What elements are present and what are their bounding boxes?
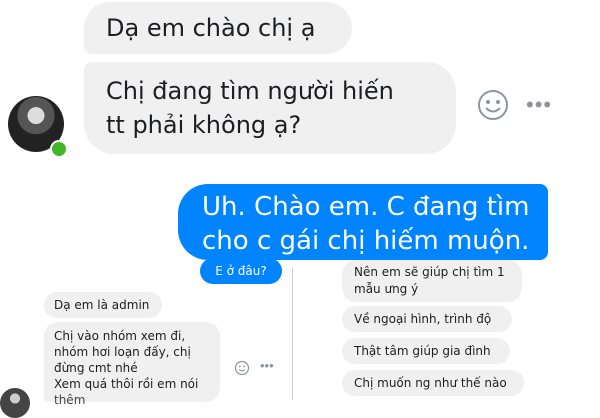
outgoing-message: Uh. Chào em. C đang tìm cho c gái chị hi…	[178, 184, 548, 260]
incoming-message-greeting: Dạ em chào chị ạ	[84, 2, 352, 54]
message-text: Dạ em chào chị ạ	[106, 14, 316, 42]
avatar[interactable]	[0, 388, 30, 418]
message-text-line-1: Chị đang tìm người hiến	[106, 77, 394, 105]
incoming-message-criteria: Về ngoại hình, trình độ	[342, 306, 512, 332]
message-text-line-1: Uh. Chào em. C đang tìm	[202, 192, 530, 222]
incoming-message-instructions: Chị vào nhóm xem đi, nhóm hơi loạn đấy, …	[44, 322, 220, 407]
message-line: nhóm hơi loạn đấy, chị	[54, 345, 191, 359]
smile-icon[interactable]	[476, 88, 510, 122]
message-text-line-2: cho c gái chị hiếm muộn.	[202, 226, 530, 256]
incoming-message-admin: Dạ em là admin	[44, 292, 162, 318]
message-line: Nên em sẽ giúp chị tìm 1	[354, 265, 505, 279]
message-line: Chị vào nhóm xem đi,	[54, 329, 186, 343]
smile-icon[interactable]	[234, 360, 250, 376]
incoming-message-question: Chị đang tìm người hiến tt phải không ạ?	[84, 62, 456, 154]
outgoing-question-bubble: E ở đâu?	[200, 258, 282, 284]
incoming-message-help: Nên em sẽ giúp chị tìm 1 mẫu ưng ý	[342, 260, 522, 302]
more-icon[interactable]: •••	[526, 92, 552, 118]
message-line: đừng cmt nhé	[54, 361, 138, 375]
message-line: mẫu ưng ý	[354, 282, 419, 296]
message-text-line-2: tt phải không ạ?	[106, 111, 302, 139]
incoming-message-family: Thật tâm giúp gia đình	[342, 338, 510, 364]
message-line: Xem quá thôi rồi em nói	[54, 377, 199, 391]
message-line: thêm	[54, 393, 86, 407]
divider	[292, 268, 293, 400]
more-icon[interactable]: •••	[260, 358, 274, 373]
incoming-message-preference: Chị muốn ng như thế nào	[342, 370, 524, 396]
online-status-dot	[50, 140, 68, 158]
